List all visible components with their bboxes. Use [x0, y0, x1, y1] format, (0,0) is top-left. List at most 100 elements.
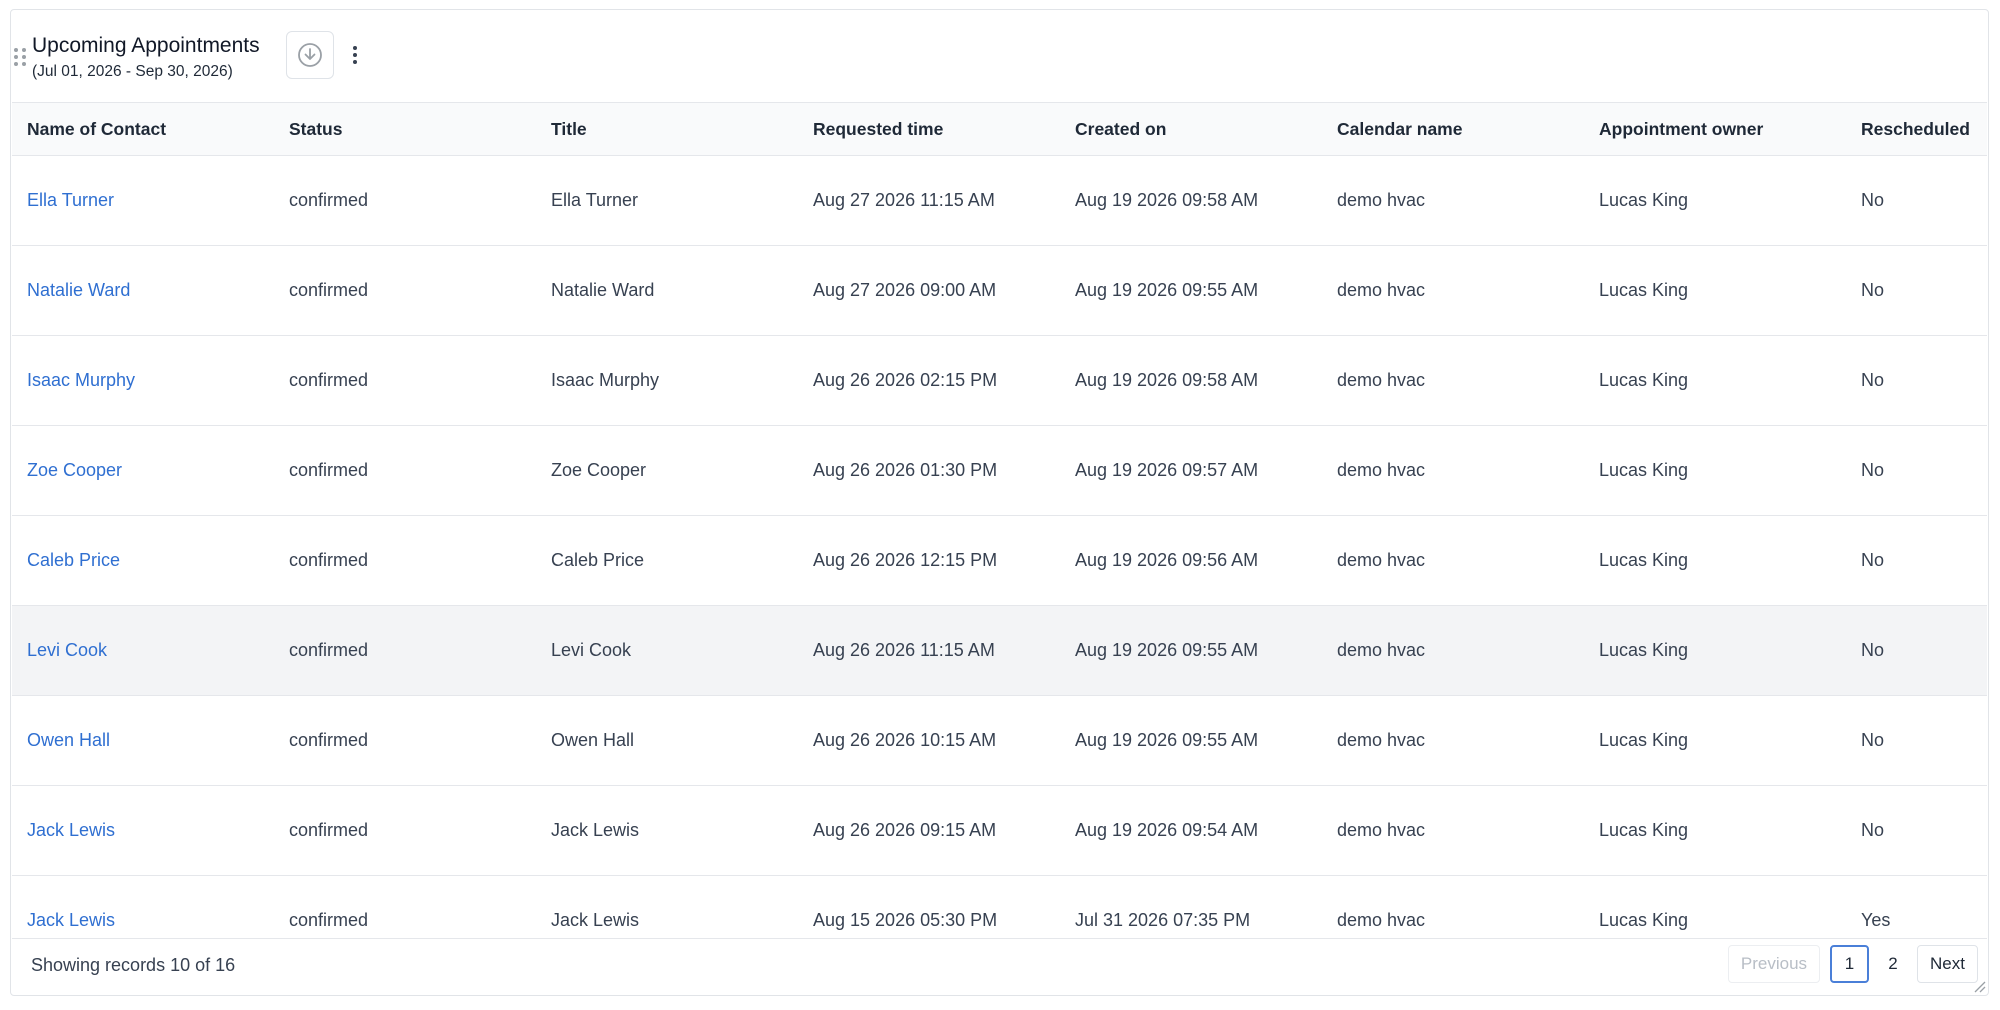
table-cell: Jack Lewis	[12, 785, 274, 876]
table-cell: demo hvac	[1322, 515, 1584, 606]
contact-name-link[interactable]: Natalie Ward	[27, 280, 130, 300]
contact-name-link[interactable]: Ella Turner	[27, 190, 114, 210]
requested-time-cell: Aug 26 2026 02:15 PM	[813, 370, 998, 390]
column-header: Rescheduled	[1846, 102, 1987, 156]
table-cell: demo hvac	[1322, 695, 1584, 786]
table-cell: Jack Lewis	[536, 875, 798, 938]
requested-time-cell: Aug 26 2026 11:15 AM	[813, 640, 995, 660]
table-cell: Natalie Ward	[536, 245, 798, 336]
table-row[interactable]: Jack Lewis confirmed Jack Lewis Aug 26 2026…	[12, 785, 1987, 876]
date-range: (Jul 01, 2026 - Sep 30, 2026)	[32, 63, 233, 80]
requested-time-cell: Aug 27 2026 09:00 AM	[813, 280, 997, 300]
column-header: Created on	[1060, 102, 1322, 156]
status-cell: confirmed	[289, 820, 369, 840]
table-cell: Isaac Murphy	[12, 335, 274, 426]
table-cell: Aug 26 2026 09:15 AM	[798, 785, 1060, 876]
rescheduled-cell: No	[1861, 730, 1885, 750]
title-cell: Natalie Ward	[551, 280, 655, 300]
page-1-button[interactable]: 1	[1830, 945, 1870, 983]
appointment-owner-cell: Lucas King	[1599, 460, 1689, 480]
table-cell: demo hvac	[1322, 785, 1584, 876]
download-circle-icon	[298, 43, 322, 67]
calendar-name-cell: demo hvac	[1337, 460, 1426, 480]
contact-name-link[interactable]: Zoe Cooper	[27, 460, 122, 480]
calendar-name-cell: demo hvac	[1337, 910, 1426, 930]
appointments-table-container[interactable]: Name of Contact Status Title Requested time…	[12, 102, 1987, 939]
table-cell: confirmed	[274, 875, 536, 938]
contact-name-link[interactable]: Owen Hall	[27, 730, 110, 750]
table-cell: No	[1846, 245, 1987, 336]
table-cell: Caleb Price	[536, 515, 798, 606]
table-cell: Isaac Murphy	[536, 335, 798, 426]
table-cell: Ella Turner	[12, 155, 274, 246]
previous-page-button[interactable]: Previous	[1727, 945, 1821, 983]
created-on-cell: Aug 19 2026 09:58 AM	[1075, 370, 1259, 390]
status-cell: confirmed	[289, 280, 369, 300]
appointments-table: Name of Contact Status Title Requested time…	[12, 102, 1987, 938]
status-cell: confirmed	[289, 640, 369, 660]
rescheduled-cell: No	[1861, 190, 1885, 210]
table-cell: No	[1846, 605, 1987, 696]
table-row[interactable]: Levi Cook confirmed Levi Cook Aug 26 2026 1…	[12, 605, 1987, 696]
table-cell: confirmed	[274, 605, 536, 696]
calendar-name-cell: demo hvac	[1337, 370, 1426, 390]
download-button[interactable]	[286, 31, 334, 79]
table-cell: Jack Lewis	[12, 875, 274, 938]
created-on-cell: Aug 19 2026 09:54 AM	[1075, 820, 1259, 840]
column-header: Name of Contact	[12, 102, 274, 156]
table-cell: Jul 31 2026 07:35 PM	[1060, 875, 1322, 938]
table-cell: confirmed	[274, 515, 536, 606]
contact-name-link[interactable]: Caleb Price	[27, 550, 120, 570]
title-cell: Levi Cook	[551, 640, 632, 660]
title-cell: Ella Turner	[551, 190, 639, 210]
table-row[interactable]: Isaac Murphy confirmed Isaac Murphy Aug 26 …	[12, 335, 1987, 426]
table-cell: Jack Lewis	[536, 785, 798, 876]
table-cell: No	[1846, 785, 1987, 876]
created-on-cell: Aug 19 2026 09:55 AM	[1075, 640, 1259, 660]
contact-name-link[interactable]: Levi Cook	[27, 640, 107, 660]
table-cell: Aug 19 2026 09:55 AM	[1060, 695, 1322, 786]
column-header: Title	[536, 102, 798, 156]
table-row[interactable]: Owen Hall confirmed Owen Hall Aug 26 2026 1…	[12, 695, 1987, 786]
table-cell: Aug 19 2026 09:55 AM	[1060, 605, 1322, 696]
created-on-cell: Aug 19 2026 09:56 AM	[1075, 550, 1259, 570]
title-cell: Jack Lewis	[551, 910, 640, 930]
table-cell: Aug 15 2026 05:30 PM	[798, 875, 1060, 938]
table-cell: demo hvac	[1322, 335, 1584, 426]
table-cell: Lucas King	[1584, 695, 1846, 786]
table-cell: Lucas King	[1584, 335, 1846, 426]
contact-name-link[interactable]: Isaac Murphy	[27, 370, 135, 390]
table-row[interactable]: Natalie Ward confirmed Natalie Ward Aug 27 …	[12, 245, 1987, 336]
title-cell: Isaac Murphy	[551, 370, 660, 390]
page-2-button[interactable]: 2	[1879, 954, 1907, 974]
table-cell: confirmed	[274, 695, 536, 786]
table-row[interactable]: Jack Lewis confirmed Jack Lewis Aug 15 2026…	[12, 875, 1987, 938]
more-options-icon[interactable]	[347, 40, 363, 70]
table-row[interactable]: Zoe Cooper confirmed Zoe Cooper Aug 26 2026…	[12, 425, 1987, 516]
drag-handle-icon[interactable]	[13, 47, 27, 69]
table-cell: demo hvac	[1322, 875, 1584, 938]
table-row[interactable]: Ella Turner confirmed Ella Turner Aug 27 20…	[12, 155, 1987, 246]
table-cell: Levi Cook	[536, 605, 798, 696]
table-cell: No	[1846, 695, 1987, 786]
table-cell: Yes	[1846, 875, 1987, 938]
rescheduled-cell: No	[1861, 280, 1885, 300]
title-cell: Jack Lewis	[551, 820, 640, 840]
title-cell: Owen Hall	[551, 730, 635, 750]
contact-name-link[interactable]: Jack Lewis	[27, 820, 115, 840]
table-cell: demo hvac	[1322, 425, 1584, 516]
table-row[interactable]: Caleb Price confirmed Caleb Price Aug 26 20…	[12, 515, 1987, 606]
rescheduled-cell: No	[1861, 640, 1885, 660]
contact-name-link[interactable]: Jack Lewis	[27, 910, 115, 930]
table-cell: Owen Hall	[536, 695, 798, 786]
table-cell: No	[1846, 335, 1987, 426]
resize-handle-icon[interactable]	[1972, 979, 1986, 993]
title-cell: Zoe Cooper	[551, 460, 647, 480]
requested-time-cell: Aug 27 2026 11:15 AM	[813, 190, 995, 210]
next-page-button[interactable]: Next	[1917, 945, 1978, 983]
table-cell: confirmed	[274, 335, 536, 426]
appointment-owner-cell: Lucas King	[1599, 550, 1689, 570]
table-cell: Aug 27 2026 11:15 AM	[798, 155, 1060, 246]
table-cell: demo hvac	[1322, 245, 1584, 336]
column-header: Appointment owner	[1584, 102, 1846, 156]
